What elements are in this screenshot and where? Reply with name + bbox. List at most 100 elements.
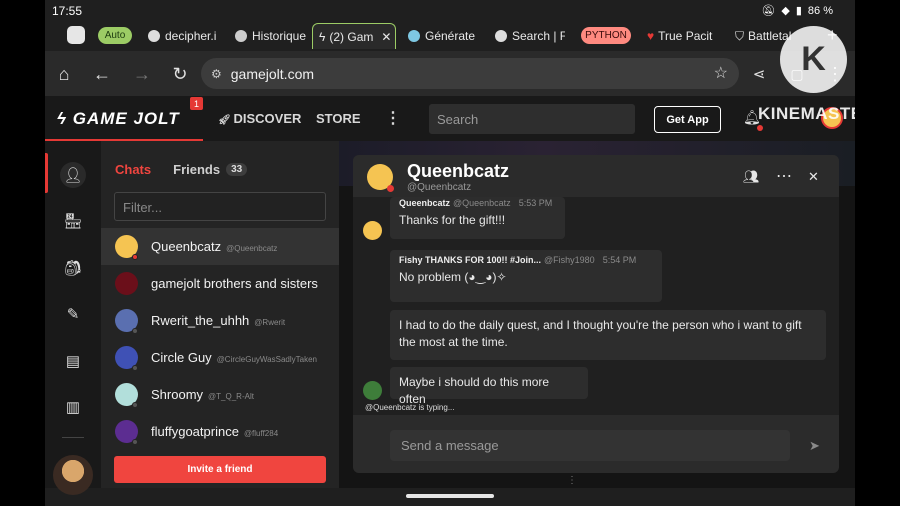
online-dot bbox=[387, 185, 394, 192]
sidebar-tickets-icon[interactable]: ▤ bbox=[60, 348, 86, 374]
tab-group-python[interactable]: PYTHON bbox=[581, 27, 631, 44]
message-meta: Queenbcatz @Queenbcatz 5:53 PM bbox=[399, 198, 556, 208]
notification-badge: 1 bbox=[190, 97, 203, 110]
battery-level: 86 % bbox=[807, 4, 833, 17]
message-bubble: Maybe i should do this more often bbox=[390, 367, 588, 406]
tab-group-dot[interactable] bbox=[67, 26, 85, 44]
globe-icon bbox=[148, 30, 160, 42]
message-bubble: I had to do the daily quest, and I thoug… bbox=[390, 310, 826, 360]
wifi-icon: ◆ bbox=[781, 5, 790, 17]
tab-group-label: PYTHON bbox=[585, 30, 627, 41]
chat-filter-input[interactable]: Filter... bbox=[114, 192, 326, 221]
logo-text: GAME JOLT bbox=[72, 109, 180, 128]
tab-group-label: Auto bbox=[104, 30, 126, 41]
message-avatar bbox=[363, 381, 382, 400]
nav-more-icon[interactable]: ⋮ bbox=[385, 108, 401, 128]
tab-friends[interactable]: Friends 33 bbox=[173, 162, 248, 177]
active-indicator bbox=[45, 153, 48, 193]
sidebar-chat-icon[interactable]: 👤︎ bbox=[60, 162, 86, 188]
message-meta: Fishy THANKS FOR 100!! #Join... @Fishy198… bbox=[399, 255, 653, 265]
nav-discover-label: DISCOVER bbox=[233, 111, 302, 126]
sidebar-store-icon[interactable]: 🏪︎ bbox=[60, 208, 86, 234]
tab-decipher[interactable]: decipher.i bbox=[148, 25, 220, 47]
add-member-icon[interactable]: 👥︎ bbox=[743, 169, 760, 185]
close-tab-icon[interactable]: ✕ bbox=[381, 30, 391, 44]
heart-icon: ♥ bbox=[647, 29, 655, 43]
share-icon[interactable]: ⋖ bbox=[748, 63, 770, 85]
kinemaster-watermark: KINEMASTER bbox=[758, 104, 855, 123]
message-bubble: Queenbcatz @Queenbcatz 5:53 PM Thanks for … bbox=[390, 197, 565, 239]
message-bubble: Fishy THANKS FOR 100!! #Join... @Fishy198… bbox=[390, 250, 662, 302]
sidebar-backpack-icon[interactable]: 🎒︎ bbox=[60, 255, 86, 281]
chat-row-queenbcatz[interactable]: Queenbcatz @Queenbcatz bbox=[101, 228, 339, 265]
chat-row-rwerit[interactable]: Rwerit_the_uhhh @Rwerit bbox=[101, 302, 339, 339]
chat-row-shroomy[interactable]: Shroomy @T_Q_R-Alt bbox=[101, 376, 339, 413]
close-chat-icon[interactable]: ✕ bbox=[808, 169, 819, 185]
chrome-icon bbox=[235, 30, 247, 42]
gamejolt-logo[interactable]: ϟ GAME JOLT bbox=[57, 109, 180, 129]
message-input[interactable]: Send a message bbox=[390, 430, 790, 461]
forward-icon[interactable]: → bbox=[131, 63, 153, 85]
send-icon[interactable]: ➤ bbox=[809, 438, 820, 454]
tab-label: decipher.i bbox=[165, 29, 217, 43]
chat-row-fluffygoatprince[interactable]: fluffygoatprince @fluff284 bbox=[101, 413, 339, 450]
sidebar-user-avatar[interactable] bbox=[53, 455, 93, 495]
tab-friends-label: Friends bbox=[173, 162, 221, 177]
tab-label: True Pacit bbox=[658, 29, 713, 43]
status-dot bbox=[132, 365, 138, 371]
sidebar-quest-icon[interactable]: ✎ bbox=[60, 301, 86, 327]
tab-label: Générate bbox=[425, 29, 476, 43]
more-options-icon[interactable]: ⋯ bbox=[776, 166, 792, 186]
chat-username: @Queenbcatz bbox=[226, 244, 278, 253]
address-bar[interactable]: ⚙ gamejolt.com ☆ bbox=[201, 58, 739, 89]
tab-chats[interactable]: Chats bbox=[115, 162, 151, 177]
status-dot bbox=[132, 402, 138, 408]
message-username: @Fishy1980 bbox=[544, 255, 595, 265]
message-text: No problem (◕‿◕)✧ bbox=[399, 270, 507, 284]
browser-toolbar: ⌂ ← → ↻ ⚙ gamejolt.com ☆ ⋖ ▢ ⋮ bbox=[45, 51, 855, 96]
notification-dot bbox=[757, 125, 763, 131]
chat-name: Shroomy bbox=[151, 387, 204, 402]
message-text: I had to do the daily quest, and I thoug… bbox=[399, 318, 802, 349]
reload-icon[interactable]: ↻ bbox=[169, 63, 191, 85]
tab-gamejolt-active[interactable]: ϟ (2) Gam ✕ bbox=[312, 23, 396, 49]
tab-search[interactable]: Search | F bbox=[495, 25, 565, 47]
message-list: Queenbcatz @Queenbcatz 5:53 PM Thanks for … bbox=[353, 197, 839, 415]
site-search-input[interactable]: Search bbox=[429, 104, 635, 134]
nav-store[interactable]: STORE bbox=[316, 111, 361, 126]
home-gesture-bar[interactable] bbox=[406, 494, 494, 498]
shield-icon: ⛉ bbox=[735, 28, 745, 43]
message-author: Fishy THANKS FOR 100!! #Join... bbox=[399, 255, 542, 265]
rocket-icon: 🚀︎ bbox=[218, 115, 234, 126]
back-icon[interactable]: ← bbox=[91, 63, 113, 85]
site-settings-icon[interactable]: ⚙ bbox=[211, 67, 222, 81]
url-text: gamejolt.com bbox=[230, 65, 315, 82]
tab-true-pacific[interactable]: ♥ True Pacit bbox=[647, 25, 717, 47]
chat-row-name: Circle Guy @CircleGuyWasSadlyTaken bbox=[151, 350, 317, 365]
gamejolt-favicon: ϟ bbox=[319, 29, 326, 44]
nav-discover[interactable]: 🚀︎ DISCOVER bbox=[218, 111, 301, 126]
message-avatar bbox=[363, 221, 382, 240]
chats-panel: Chats Friends 33 Filter... Queenbcatz @Que… bbox=[101, 141, 393, 488]
chat-row-gamejolt-brothers[interactable]: gamejolt brothers and sisters bbox=[101, 265, 339, 302]
gamejolt-navbar: ϟ GAME JOLT 1 🚀︎ DISCOVER STORE ⋮ Search… bbox=[45, 96, 855, 141]
message-text: Thanks for the gift!!! bbox=[399, 213, 506, 227]
tab-generateur[interactable]: Générate bbox=[408, 25, 478, 47]
online-dot bbox=[132, 254, 138, 260]
invite-friend-button[interactable]: Invite a friend bbox=[114, 456, 326, 483]
globe-icon bbox=[495, 30, 507, 42]
message-time: 5:53 PM bbox=[518, 198, 553, 208]
chat-row-circle-guy[interactable]: Circle Guy @CircleGuyWasSadlyTaken bbox=[101, 339, 339, 376]
sidebar-divider bbox=[62, 437, 84, 438]
get-app-button[interactable]: Get App bbox=[654, 106, 721, 133]
bookmark-star-icon[interactable]: ☆ bbox=[714, 63, 728, 83]
tab-group-auto[interactable]: Auto bbox=[98, 27, 132, 44]
chat-row-name: gamejolt brothers and sisters bbox=[151, 276, 318, 291]
chat-name: Circle Guy bbox=[151, 350, 212, 365]
sidebar-library-icon[interactable]: ▥ bbox=[60, 394, 86, 420]
tab-historique[interactable]: Historique bbox=[235, 25, 315, 47]
chat-name: gamejolt brothers and sisters bbox=[151, 276, 318, 291]
home-icon[interactable]: ⌂ bbox=[53, 63, 75, 85]
left-sidebar: 👤︎ 🏪︎ 🎒︎ ✎ ▤ ▥ bbox=[45, 141, 101, 495]
chat-header: Queenbcatz @Queenbcatz 👥︎ ⋯ ✕ bbox=[353, 155, 839, 197]
